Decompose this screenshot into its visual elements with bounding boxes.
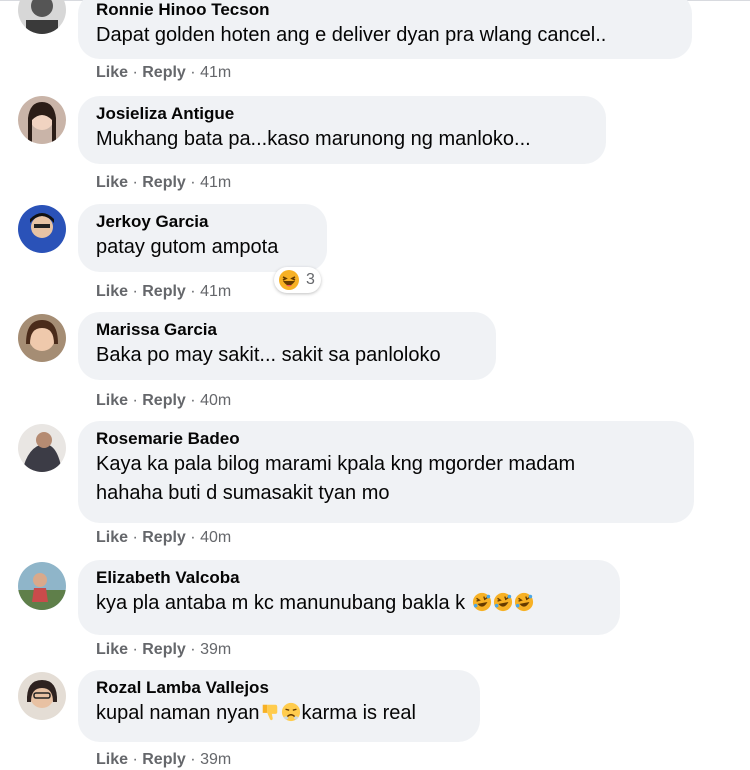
comment-text: Dapat golden hoten ang e deliver dyan pr…: [96, 24, 607, 46]
comment-timestamp[interactable]: 39m: [200, 641, 231, 658]
comment-bubble: Jerkoy Garcia patay gutom ampota: [78, 204, 327, 272]
separator: ·: [132, 641, 138, 658]
separator: ·: [190, 283, 196, 300]
separator: ·: [190, 751, 196, 768]
avatar[interactable]: [18, 672, 66, 720]
comment-actions: Like · Reply · 39m: [96, 640, 231, 660]
comment-text: Kaya ka pala bilog marami kpala kng mgor…: [96, 453, 576, 475]
reaction-count-value: 3: [306, 271, 315, 288]
comment-timestamp[interactable]: 40m: [200, 392, 231, 409]
like-button[interactable]: Like: [96, 64, 128, 81]
comment-actions: Like · Reply · 39m: [96, 750, 231, 770]
comment-author[interactable]: Rozal Lamba Vallejos: [96, 677, 462, 699]
separator: ·: [190, 529, 196, 546]
separator: ·: [190, 174, 196, 191]
comment-text-tail: karma is real: [301, 702, 416, 724]
comment-timestamp[interactable]: 39m: [200, 751, 231, 768]
comment-actions: Like · Reply · 40m: [96, 528, 231, 548]
comment-bubble: Elizabeth Valcoba kya pla antaba m kc ma…: [78, 560, 620, 635]
comment-text: Baka po may sakit... sakit sa panloloko: [96, 344, 441, 366]
rofl-emoji-icon: [514, 592, 533, 612]
reply-button[interactable]: Reply: [142, 392, 186, 409]
comment-timestamp[interactable]: 41m: [200, 64, 231, 81]
separator: ·: [132, 174, 138, 191]
comment-timestamp[interactable]: 40m: [200, 529, 231, 546]
reply-button[interactable]: Reply: [142, 64, 186, 81]
reply-button[interactable]: Reply: [142, 751, 186, 768]
avatar[interactable]: [18, 205, 66, 253]
comment-text: hahaha buti d sumasakit tyan mo: [96, 482, 390, 504]
comment-text: patay gutom ampota: [96, 236, 279, 258]
comment-timestamp[interactable]: 41m: [200, 174, 231, 191]
separator: ·: [132, 64, 138, 81]
comment-bubble: Rozal Lamba Vallejos kupal naman nyan kar…: [78, 670, 480, 742]
separator: ·: [190, 641, 196, 658]
comment-actions: Like · Reply · 40m: [96, 391, 231, 411]
comment-text-body: kupal naman nyan: [96, 702, 260, 724]
rofl-emoji-icon: [472, 592, 491, 612]
comment-timestamp[interactable]: 41m: [200, 283, 231, 300]
comment-author[interactable]: Marissa Garcia: [96, 319, 478, 341]
reaction-count[interactable]: 3: [274, 267, 321, 293]
avatar[interactable]: [18, 96, 66, 144]
rofl-emoji-icon: [493, 592, 512, 612]
comment-bubble: Rosemarie Badeo Kaya ka pala bilog maram…: [78, 421, 694, 523]
avatar[interactable]: [18, 314, 66, 362]
comment-author[interactable]: Rosemarie Badeo: [96, 428, 676, 450]
separator: ·: [190, 392, 196, 409]
separator: ·: [132, 392, 138, 409]
comment-text: Mukhang bata pa...kaso marunong ng manlo…: [96, 128, 531, 150]
avatar[interactable]: [18, 0, 66, 34]
comment-bubble: Marissa Garcia Baka po may sakit... saki…: [78, 312, 496, 380]
reply-button[interactable]: Reply: [142, 641, 186, 658]
comment-bubble: Ronnie Hinoo Tecson Dapat golden hoten a…: [78, 0, 692, 59]
comment-author[interactable]: Jerkoy Garcia: [96, 211, 309, 233]
comment-bubble: Josieliza Antigue Mukhang bata pa...kaso…: [78, 96, 606, 164]
separator: ·: [132, 751, 138, 768]
like-button[interactable]: Like: [96, 174, 128, 191]
separator: ·: [132, 283, 138, 300]
thumbs-down-emoji-icon: [263, 704, 278, 721]
like-button[interactable]: Like: [96, 641, 128, 658]
haha-reaction-icon: [279, 270, 299, 290]
reply-button[interactable]: Reply: [142, 283, 186, 300]
reply-button[interactable]: Reply: [142, 174, 186, 191]
separator: ·: [132, 529, 138, 546]
comment-author[interactable]: Ronnie Hinoo Tecson: [96, 0, 674, 21]
angry-face-emoji-icon: [282, 702, 301, 722]
reply-button[interactable]: Reply: [142, 529, 186, 546]
like-button[interactable]: Like: [96, 283, 128, 300]
comment-text: kupal naman nyan karma is real: [96, 699, 462, 728]
comment-author[interactable]: Elizabeth Valcoba: [96, 567, 602, 589]
separator: ·: [190, 64, 196, 81]
comment-actions: Like · Reply · 41m: [96, 173, 231, 193]
comment-text: kya pla antaba m kc manunubang bakla k: [96, 589, 602, 618]
comment-actions: Like · Reply · 41m: [96, 63, 231, 83]
avatar[interactable]: [18, 424, 66, 472]
avatar[interactable]: [18, 562, 66, 610]
comment-actions: Like · Reply · 41m: [96, 282, 231, 302]
like-button[interactable]: Like: [96, 751, 128, 768]
comment-author[interactable]: Josieliza Antigue: [96, 103, 588, 125]
comment-text-body: kya pla antaba m kc manunubang bakla k: [96, 592, 466, 614]
like-button[interactable]: Like: [96, 392, 128, 409]
like-button[interactable]: Like: [96, 529, 128, 546]
